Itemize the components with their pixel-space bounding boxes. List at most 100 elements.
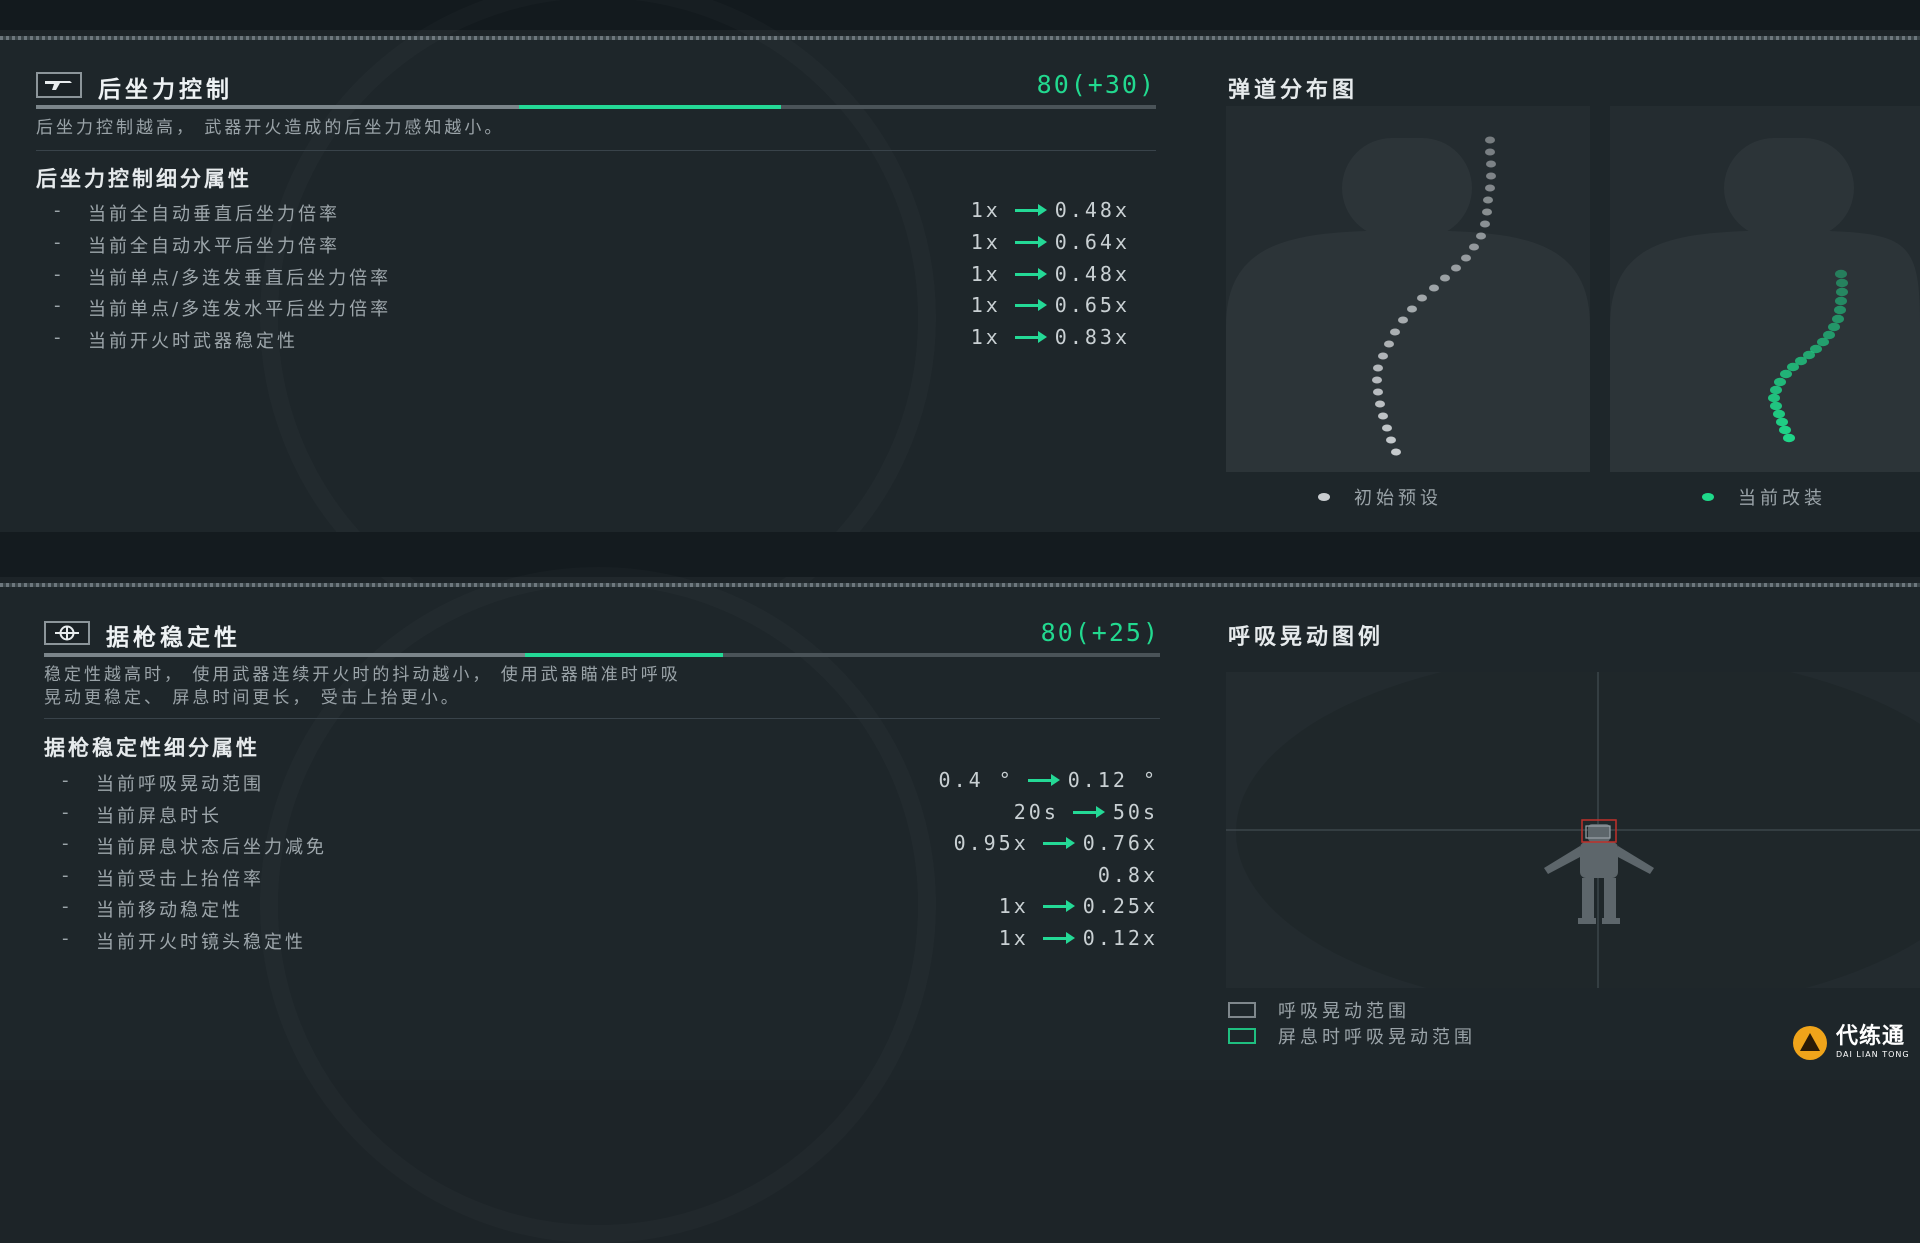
- stability-title: 据枪稳定性: [106, 625, 241, 651]
- stat-from: 1x: [970, 325, 1001, 349]
- spray-dot: [1382, 424, 1392, 432]
- spray-dot: [1776, 417, 1788, 427]
- recoil-stat-row: - 当前全自动水平后坐力倍率 1x 0.64x: [54, 230, 1130, 260]
- recoil-stat-row: - 当前开火时武器稳定性 1x 0.83x: [54, 325, 1130, 355]
- stat-from: 0.95x: [953, 831, 1029, 855]
- stat-to: 50s: [1112, 800, 1158, 824]
- spray-dot: [1429, 284, 1439, 292]
- stat-values: 1x 0.48x: [971, 198, 1130, 222]
- brand-emblem-icon: [1793, 1025, 1827, 1060]
- stat-from: 1x: [970, 198, 1001, 222]
- stat-values: 0.8x: [1098, 863, 1158, 887]
- spray-dot: [1834, 305, 1846, 315]
- stat-name: 当前单点/多连发水平后坐力倍率: [88, 299, 392, 320]
- stat-to: 0.65x: [1054, 293, 1130, 317]
- breathing-title: 呼吸晃动图例: [1228, 625, 1385, 650]
- bullet-dash: -: [62, 896, 72, 917]
- ballistic-title: 弹道分布图: [1228, 78, 1359, 103]
- spray-dot: [1836, 287, 1848, 297]
- spray-dot: [1835, 269, 1847, 279]
- bullet-dash: -: [62, 802, 72, 823]
- stability-stat-row: - 当前开火时镜头稳定性 1x 0.12x: [62, 926, 1158, 956]
- spray-dot: [1451, 264, 1461, 272]
- stability-subtitle: 据枪稳定性细分属性: [44, 736, 260, 760]
- spray-dot: [1398, 316, 1408, 324]
- legend-default-label: 初始预设: [1354, 488, 1442, 509]
- legend-dot-default: [1318, 493, 1330, 501]
- stat-values: 1x 0.12x: [999, 926, 1158, 950]
- stat-name: 当前受击上抬倍率: [96, 869, 264, 890]
- stat-from: 1x: [970, 293, 1001, 317]
- legend-square-range: [1228, 1002, 1256, 1018]
- spray-dot: [1770, 385, 1782, 395]
- spray-dot: [1835, 296, 1847, 306]
- gun-icon: [36, 72, 82, 98]
- spray-dot: [1768, 393, 1780, 403]
- stat-to: 0.83x: [1054, 325, 1130, 349]
- stability-stat-row: - 当前屏息状态后坐力减免 0.95x 0.76x: [62, 831, 1158, 861]
- recoil-stat-row: - 当前全自动垂直后坐力倍率 1x 0.48x: [54, 198, 1130, 228]
- spray-dot: [1828, 322, 1840, 332]
- stat-values: 0.4 ° 0.12 °: [939, 768, 1158, 792]
- legend-default: 初始预设: [1318, 484, 1442, 510]
- stat-from: 20s: [1013, 800, 1059, 824]
- spray-dot: [1384, 340, 1394, 348]
- bullet-dash: -: [62, 833, 72, 854]
- arrow-right-icon: [1014, 330, 1047, 343]
- arrow-right-icon: [1042, 836, 1075, 849]
- legend-current: 当前改装: [1702, 484, 1826, 510]
- bullet-dash: -: [54, 295, 64, 316]
- spray-dot: [1461, 254, 1471, 262]
- spray-dot: [1469, 243, 1479, 251]
- stat-from: 1x: [970, 262, 1001, 286]
- arrow-right-icon: [1014, 235, 1047, 248]
- breathing-diagram: [1226, 672, 1920, 988]
- recoil-progress-bonus: [518, 105, 782, 109]
- spray-dot: [1836, 278, 1848, 288]
- stability-description-line1: 稳定性越高时， 使用武器连续开火时的抖动越小， 使用武器瞄准时呼吸: [44, 665, 681, 685]
- spray-dot: [1817, 337, 1829, 347]
- stat-name: 当前开火时镜头稳定性: [96, 932, 306, 953]
- stat-to: 0.48x: [1054, 198, 1130, 222]
- stat-from: 1x: [970, 230, 1001, 254]
- spray-dot: [1375, 400, 1385, 408]
- stat-values: 0.95x 0.76x: [954, 831, 1158, 855]
- stat-name: 当前全自动水平后坐力倍率: [88, 236, 340, 257]
- stability-stat-row: - 当前移动稳定性 1x 0.25x: [62, 894, 1158, 924]
- arrow-right-icon: [1072, 805, 1105, 818]
- stat-to: 0.25x: [1082, 894, 1158, 918]
- divider: [44, 718, 1160, 719]
- brand-subtitle: DAI LIAN TONG: [1836, 1050, 1910, 1059]
- legend-breath-range: 呼吸晃动范围: [1228, 997, 1410, 1023]
- spray-dot: [1373, 388, 1383, 396]
- top-strip: [0, 0, 1920, 30]
- stat-name: 当前呼吸晃动范围: [96, 774, 264, 795]
- stat-name: 当前单点/多连发垂直后坐力倍率: [88, 268, 392, 289]
- spray-dot: [1373, 364, 1383, 372]
- stat-name: 当前开火时武器稳定性: [88, 331, 298, 352]
- stat-to: 0.64x: [1054, 230, 1130, 254]
- spray-dot: [1823, 330, 1835, 340]
- legend-hold-range: 屏息时呼吸晃动范围: [1228, 1023, 1476, 1049]
- bullet-dash: -: [54, 232, 64, 253]
- stat-name: 当前移动稳定性: [96, 900, 243, 921]
- stability-score: 80(+25): [1040, 618, 1160, 647]
- legend-current-label: 当前改装: [1738, 488, 1826, 509]
- spray-dot: [1787, 362, 1799, 372]
- legend-square-hold: [1228, 1028, 1256, 1044]
- watermark-logo: 代练通 DAI LIAN TONG: [1790, 1010, 1915, 1075]
- spray-dot: [1482, 208, 1492, 216]
- spray-dot: [1483, 196, 1493, 204]
- legend-hold-label: 屏息时呼吸晃动范围: [1278, 1027, 1476, 1048]
- spray-dot: [1486, 172, 1496, 180]
- stability-stat-row: - 当前屏息时长 20s 50s: [62, 800, 1158, 830]
- spray-dot: [1480, 220, 1490, 228]
- spray-dot: [1485, 184, 1495, 192]
- spray-dot: [1770, 401, 1782, 411]
- stat-name: 当前屏息时长: [96, 806, 222, 827]
- spray-dot: [1440, 274, 1450, 282]
- spray-dot: [1832, 314, 1844, 324]
- recoil-progress-base: [36, 105, 519, 109]
- spray-dot: [1378, 412, 1388, 420]
- stat-to: 0.12x: [1082, 926, 1158, 950]
